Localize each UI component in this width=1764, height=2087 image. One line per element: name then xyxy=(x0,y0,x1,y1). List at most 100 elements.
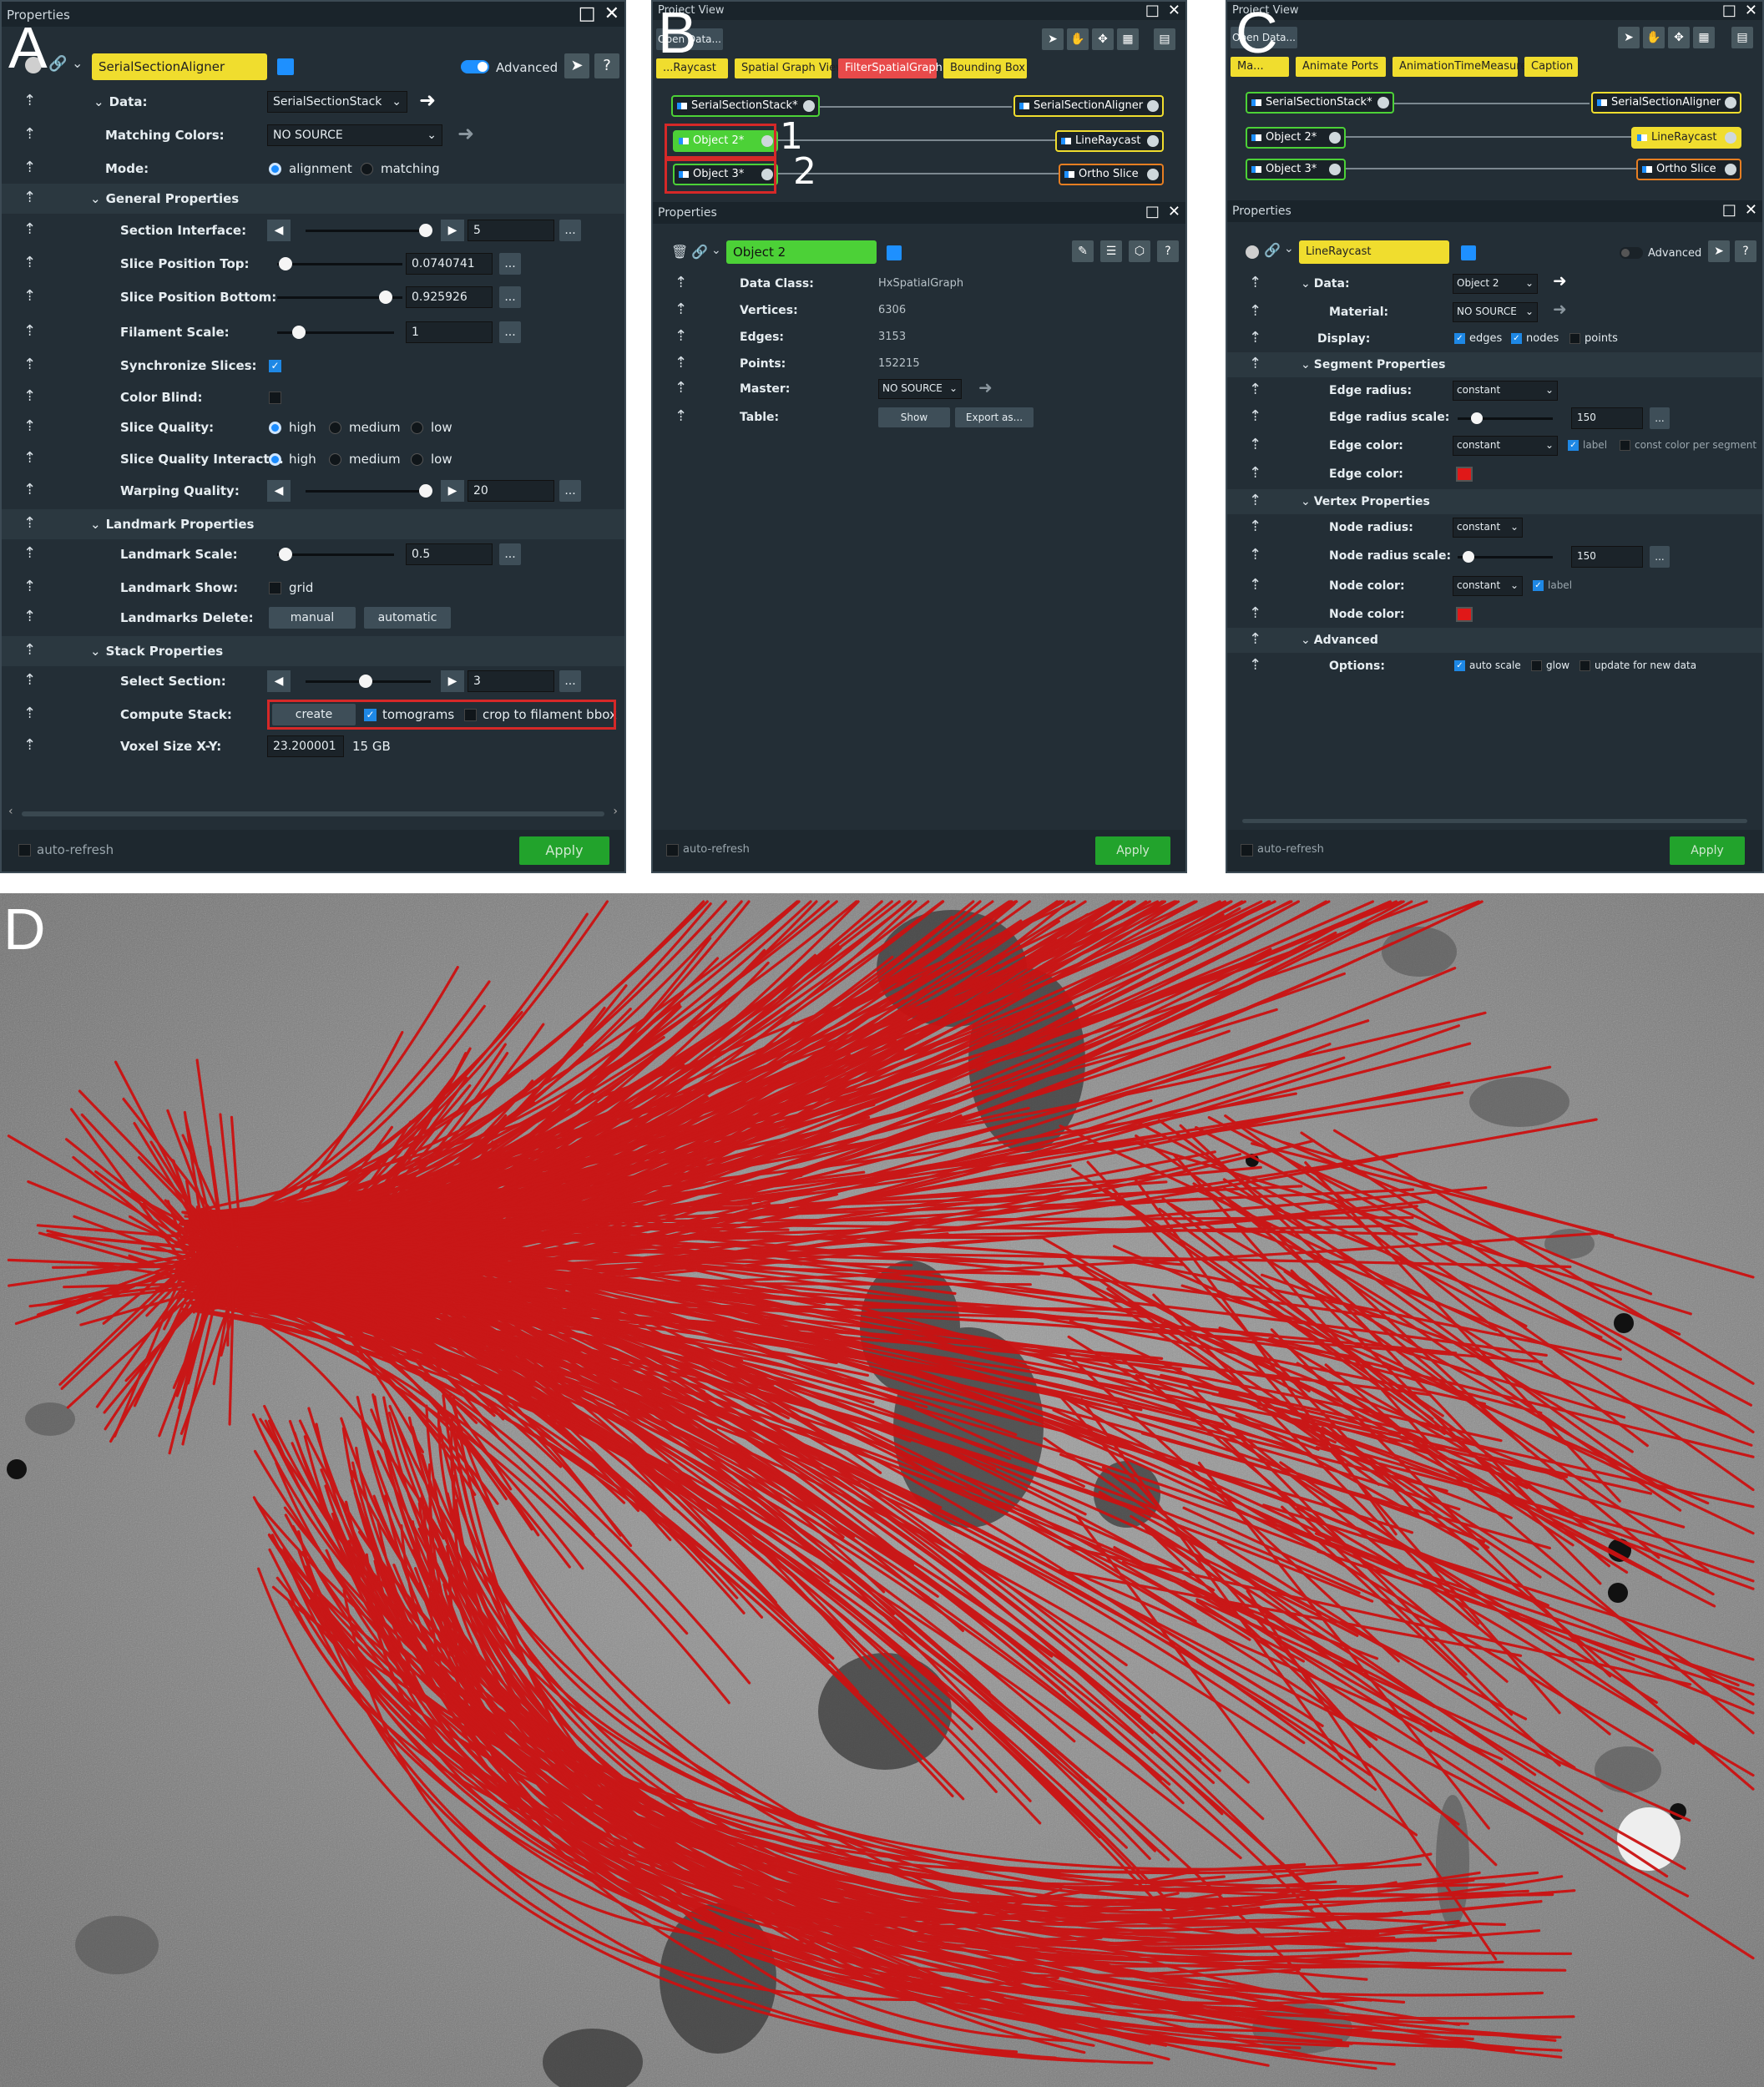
section-general[interactable]: ⇡ ⌄ General Properties xyxy=(2,184,624,214)
update-checkbox[interactable] xyxy=(1580,660,1590,671)
auto-refresh-checkbox[interactable] xyxy=(1241,844,1253,857)
help-icon[interactable]: ? xyxy=(1157,240,1179,262)
module-tab[interactable]: AnimationTimeMeasure xyxy=(1392,57,1527,77)
pin-icon[interactable]: ⇡ xyxy=(23,92,36,109)
node-line-raycast[interactable]: LineRaycast xyxy=(1631,127,1741,149)
decrement-button[interactable]: ◀ xyxy=(267,480,291,502)
warping-input[interactable]: 20 xyxy=(468,480,554,502)
pin-icon[interactable]: ⇡ xyxy=(1249,407,1261,425)
section-segment[interactable]: ⇡ ⌄ Segment Properties xyxy=(1227,352,1762,377)
node-serial-section-stack[interactable]: SerialSectionStack* xyxy=(671,95,820,117)
section-interface-input[interactable]: 5 xyxy=(468,220,554,241)
apply-button[interactable]: Apply xyxy=(519,836,609,865)
slice-bottom-input[interactable]: 0.925926 xyxy=(406,286,493,308)
pin-icon[interactable]: ⇡ xyxy=(1249,576,1261,594)
select-section-input[interactable]: 3 xyxy=(468,670,554,692)
slider-knob[interactable] xyxy=(279,257,292,270)
pin-icon[interactable]: ⇡ xyxy=(675,301,687,318)
pin-icon[interactable]: ⇡ xyxy=(23,254,36,271)
glow-checkbox[interactable] xyxy=(1531,660,1542,671)
pin-icon[interactable]: ⇡ xyxy=(1249,492,1261,509)
increment-button[interactable]: ▶ xyxy=(441,220,464,241)
module-tab[interactable]: Animate Ports xyxy=(1296,57,1386,77)
link-icon[interactable]: 🔗 xyxy=(691,244,708,260)
link-icon[interactable]: 🔗 xyxy=(1264,242,1281,258)
hand-icon[interactable]: ✋ xyxy=(1067,28,1089,50)
pin-icon[interactable]: ⇡ xyxy=(675,354,687,371)
increment-button[interactable]: ▶ xyxy=(441,480,464,502)
node-serial-section-aligner[interactable]: SerialSectionAligner xyxy=(1591,92,1741,114)
more-button[interactable]: ... xyxy=(559,480,581,502)
data-select[interactable]: SerialSectionStack ⌄ xyxy=(267,91,407,113)
list-icon[interactable]: ☰ xyxy=(1100,240,1122,262)
landmark-scale-input[interactable]: 0.5 xyxy=(406,543,493,565)
pin-icon[interactable]: ⇡ xyxy=(23,417,36,435)
chevron-down-icon[interactable]: ⌄ xyxy=(1284,242,1294,255)
pin-icon[interactable]: ⇡ xyxy=(23,481,36,498)
arrow-right-icon[interactable]: ➜ xyxy=(1553,270,1567,291)
increment-button[interactable]: ▶ xyxy=(441,670,464,692)
pin-icon[interactable]: ⇡ xyxy=(675,379,687,397)
object-name[interactable]: Object 2 xyxy=(726,240,877,264)
module-tab[interactable]: Spatial Graph View xyxy=(735,58,845,78)
close-icon[interactable]: ✕ xyxy=(604,3,619,24)
sync-checkbox[interactable]: ✓ xyxy=(269,360,281,372)
pin-icon[interactable]: ⇡ xyxy=(23,449,36,467)
maximize-icon[interactable]: □ xyxy=(1145,203,1160,220)
node-radius-scale-input[interactable]: 150 xyxy=(1571,546,1643,568)
module-tab[interactable]: FilterSpatialGraph xyxy=(838,58,943,78)
master-select[interactable]: NO SOURCE ⌄ xyxy=(878,379,962,399)
more-button[interactable]: ... xyxy=(559,220,581,241)
pin-icon[interactable]: ⇡ xyxy=(23,608,36,625)
pin-icon[interactable]: ⇡ xyxy=(1249,329,1261,346)
node-label-checkbox[interactable]: ✓ xyxy=(1533,580,1544,591)
node-line-raycast[interactable]: LineRaycast xyxy=(1055,130,1164,152)
points-checkbox[interactable] xyxy=(1569,333,1580,344)
edge-color-select[interactable]: constant ⌄ xyxy=(1453,436,1558,456)
more-button[interactable]: ... xyxy=(1650,546,1670,568)
apply-button[interactable]: Apply xyxy=(1095,836,1170,865)
manual-button[interactable]: manual xyxy=(269,607,356,629)
pointer-icon[interactable]: ➤ xyxy=(1618,27,1640,48)
matching-colors-select[interactable]: NO SOURCE ⌄ xyxy=(267,124,442,146)
node-serial-section-stack[interactable]: SerialSectionStack* xyxy=(1246,92,1394,114)
section-vertex[interactable]: ⇡ ⌄ Vertex Properties xyxy=(1227,489,1762,514)
pin-icon[interactable]: ⇡ xyxy=(1249,518,1261,535)
material-select[interactable]: NO SOURCE ⌄ xyxy=(1453,302,1538,322)
pin-icon[interactable]: ⇡ xyxy=(1249,274,1261,291)
slider-knob[interactable] xyxy=(1463,551,1474,563)
module-name[interactable]: LineRaycast xyxy=(1299,240,1449,264)
slider-knob[interactable] xyxy=(419,224,432,237)
pin-icon[interactable]: ⇡ xyxy=(23,578,36,595)
arrow-right-icon[interactable]: ➜ xyxy=(978,377,993,397)
edges-checkbox[interactable]: ✓ xyxy=(1454,333,1465,344)
arrow-right-icon[interactable]: ➜ xyxy=(1553,299,1567,319)
trash-icon[interactable]: 🗑 xyxy=(671,244,688,260)
panel-icon[interactable]: ▤ xyxy=(1154,28,1175,50)
more-button[interactable]: ... xyxy=(499,253,521,275)
mode-matching-radio[interactable] xyxy=(361,163,373,175)
pointer-icon[interactable]: ➤ xyxy=(1042,28,1064,50)
arrow-right-icon[interactable]: ➜ xyxy=(419,88,436,112)
close-icon[interactable]: ✕ xyxy=(1745,201,1757,219)
interact-high-radio[interactable] xyxy=(269,453,281,466)
pin-icon[interactable]: ⇡ xyxy=(675,327,687,345)
pin-icon[interactable]: ⇡ xyxy=(23,387,36,405)
pin-icon[interactable]: ⇡ xyxy=(23,287,36,305)
node-serial-section-aligner[interactable]: SerialSectionAligner xyxy=(1013,95,1164,117)
close-icon[interactable]: ✕ xyxy=(1168,2,1180,19)
color-swatch[interactable] xyxy=(1461,245,1476,260)
pin-icon[interactable]: ⇡ xyxy=(23,641,36,659)
module-tab[interactable]: Bounding Box xyxy=(943,58,1027,78)
pointer-icon[interactable]: ➤ xyxy=(1708,240,1730,262)
help-icon[interactable]: ? xyxy=(594,53,619,78)
pin-icon[interactable]: ⇡ xyxy=(1249,630,1261,648)
more-button[interactable]: ... xyxy=(1650,407,1670,429)
module-name[interactable]: SerialSectionAligner xyxy=(92,53,267,80)
landmark-scale-slider[interactable] xyxy=(277,553,394,556)
pin-icon[interactable]: ⇡ xyxy=(1249,381,1261,398)
slice-top-slider[interactable] xyxy=(277,263,402,265)
pin-icon[interactable]: ⇡ xyxy=(1249,464,1261,482)
pin-icon[interactable]: ⇡ xyxy=(675,407,687,425)
color-swatch[interactable] xyxy=(887,245,902,260)
